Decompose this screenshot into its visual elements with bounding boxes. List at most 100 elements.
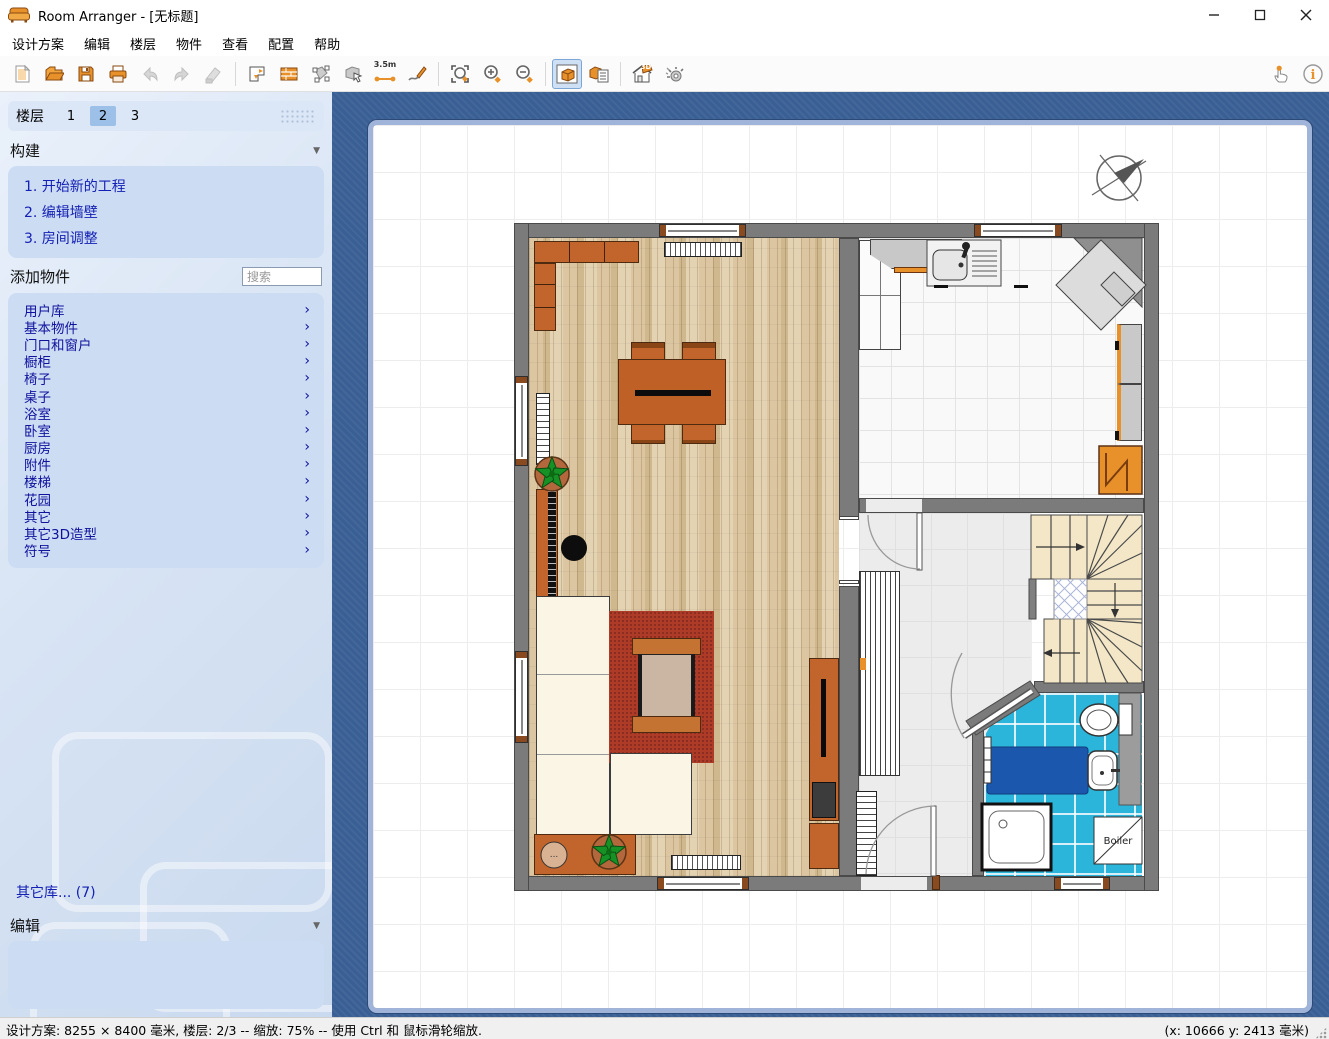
measure-button[interactable]: 3.5m (370, 59, 400, 89)
category-chairs[interactable]: 椅子› (8, 370, 324, 387)
floor-button-2[interactable]: 2 (90, 106, 116, 126)
category-bedroom[interactable]: 卧室› (8, 421, 324, 438)
category-basic-objects[interactable]: 基本物件› (8, 318, 324, 335)
chevron-right-icon: › (304, 353, 310, 369)
menu-design[interactable]: 设计方案 (2, 30, 74, 57)
format-paint-button (199, 59, 229, 89)
build-section-header[interactable]: 构建 ▼ (0, 133, 332, 166)
category-accessories[interactable]: 附件› (8, 456, 324, 473)
front-door-leaf[interactable] (931, 806, 936, 876)
sidebar: 楼层 1 2 3 构建 ▼ 1. 开始新的工程 2. 编辑墙壁 3. 房间调整 … (0, 92, 332, 1017)
edit-title: 编辑 (10, 915, 40, 936)
menu-edit[interactable]: 编辑 (74, 30, 120, 57)
build-step-edit-walls[interactable]: 2. 编辑墙壁 (8, 199, 324, 225)
bathtub[interactable] (987, 747, 1088, 794)
kitchen-door-leaf[interactable] (917, 513, 922, 570)
kitchen-sink-unit[interactable] (927, 240, 1001, 286)
view-3d-label: 3D (641, 63, 652, 71)
room-wizard-button[interactable] (242, 59, 272, 89)
measure-label: 3.5m (374, 61, 397, 68)
edit-section-header[interactable]: 编辑 ▼ (0, 908, 332, 941)
chevron-right-icon: › (304, 405, 310, 421)
menu-floors[interactable]: 楼层 (120, 30, 166, 57)
chevron-right-icon: › (304, 491, 310, 507)
object-list-button[interactable] (584, 59, 614, 89)
washbasin[interactable] (1088, 751, 1120, 790)
category-other[interactable]: 其它› (8, 507, 324, 524)
info-button[interactable]: i (1298, 59, 1328, 89)
title-bar: Room Arranger - [无标题] (0, 0, 1329, 30)
build-title: 构建 (10, 140, 40, 161)
build-step-new-project[interactable]: 1. 开始新的工程 (8, 173, 324, 199)
zoom-out-button[interactable] (509, 59, 539, 89)
plant-pot[interactable] (534, 457, 569, 491)
drawing-canvas[interactable]: Boiler ... (332, 92, 1329, 1017)
menu-bar: 设计方案 编辑 楼层 物件 查看 配置 帮助 (0, 30, 1329, 56)
view-2d-button[interactable] (552, 59, 582, 89)
open-file-button[interactable] (39, 59, 69, 89)
category-symbols[interactable]: 符号› (8, 542, 324, 559)
table-lamp[interactable]: ... (541, 842, 567, 868)
save-button[interactable] (71, 59, 101, 89)
category-doors-windows[interactable]: 门口和窗户› (8, 335, 324, 352)
menu-view[interactable]: 查看 (212, 30, 258, 57)
category-bathroom[interactable]: 浴室› (8, 404, 324, 421)
toolbar: 3.5m 3D i (0, 56, 1329, 92)
wall-tool-button[interactable] (274, 59, 304, 89)
chevron-right-icon: › (304, 542, 310, 558)
print-button[interactable] (103, 59, 133, 89)
black-stool[interactable] (561, 535, 587, 561)
toilet[interactable] (1080, 704, 1132, 736)
category-kitchen[interactable]: 厨房› (8, 439, 324, 456)
walkthrough-button[interactable] (659, 59, 689, 89)
floor-button-1[interactable]: 1 (58, 106, 84, 126)
category-garden[interactable]: 花园› (8, 490, 324, 507)
floors-label: 楼层 (16, 106, 44, 126)
other-libraries-link[interactable]: 其它库... (7) (0, 876, 332, 908)
shower-tray[interactable] (982, 804, 1051, 870)
zoom-fit-button[interactable] (445, 59, 475, 89)
maximize-button[interactable] (1237, 0, 1283, 30)
app-window: Room Arranger - [无标题] 设计方案 编辑 楼层 物件 查看 配… (0, 0, 1329, 1039)
category-other-3d[interactable]: 其它3D造型› (8, 524, 324, 541)
search-input[interactable] (242, 267, 322, 286)
boiler[interactable]: Boiler (1094, 817, 1142, 864)
floor-selector: 楼层 1 2 3 (8, 101, 324, 131)
compass-icon[interactable] (1088, 147, 1150, 209)
new-document-button[interactable] (7, 59, 37, 89)
bathroom-radiator[interactable] (984, 737, 991, 783)
staircase[interactable] (1029, 515, 1142, 683)
edit-panel (8, 941, 324, 1009)
collapse-icon[interactable]: ▼ (313, 921, 320, 931)
redo-button (167, 59, 197, 89)
menu-objects[interactable]: 物件 (166, 30, 212, 57)
touch-mode-button[interactable] (1266, 59, 1296, 89)
collapse-icon[interactable]: ▼ (313, 146, 320, 156)
minimize-button[interactable] (1191, 0, 1237, 30)
floor-button-3[interactable]: 3 (122, 106, 148, 126)
view-3d-button[interactable]: 3D (627, 59, 657, 89)
info-glyph: i (1311, 68, 1316, 83)
zoom-in-button[interactable] (477, 59, 507, 89)
select-objects-button[interactable] (338, 59, 368, 89)
chevron-right-icon: › (304, 302, 310, 318)
select-points-button[interactable] (306, 59, 336, 89)
plant-pot[interactable] (591, 835, 626, 869)
chevron-right-icon: › (304, 388, 310, 404)
draw-button[interactable] (402, 59, 432, 89)
menu-config[interactable]: 配置 (258, 30, 304, 57)
plan-page[interactable]: Boiler ... (368, 120, 1312, 1013)
close-button[interactable] (1283, 0, 1329, 30)
category-cabinets[interactable]: 橱柜› (8, 353, 324, 370)
floor-panel-grip[interactable] (280, 109, 314, 123)
menu-help[interactable]: 帮助 (304, 30, 350, 57)
fridge[interactable] (1099, 446, 1142, 494)
faucet-icon (1111, 769, 1120, 772)
category-tables[interactable]: 桌子› (8, 387, 324, 404)
floor-plan[interactable]: Boiler ... (514, 223, 1159, 891)
build-step-adjust-rooms[interactable]: 3. 房间调整 (8, 225, 324, 251)
category-user-library[interactable]: 用户库› (8, 301, 324, 318)
category-stairs[interactable]: 楼梯› (8, 473, 324, 490)
kitchen-door-arc (868, 515, 920, 569)
app-sofa-icon (8, 7, 30, 23)
